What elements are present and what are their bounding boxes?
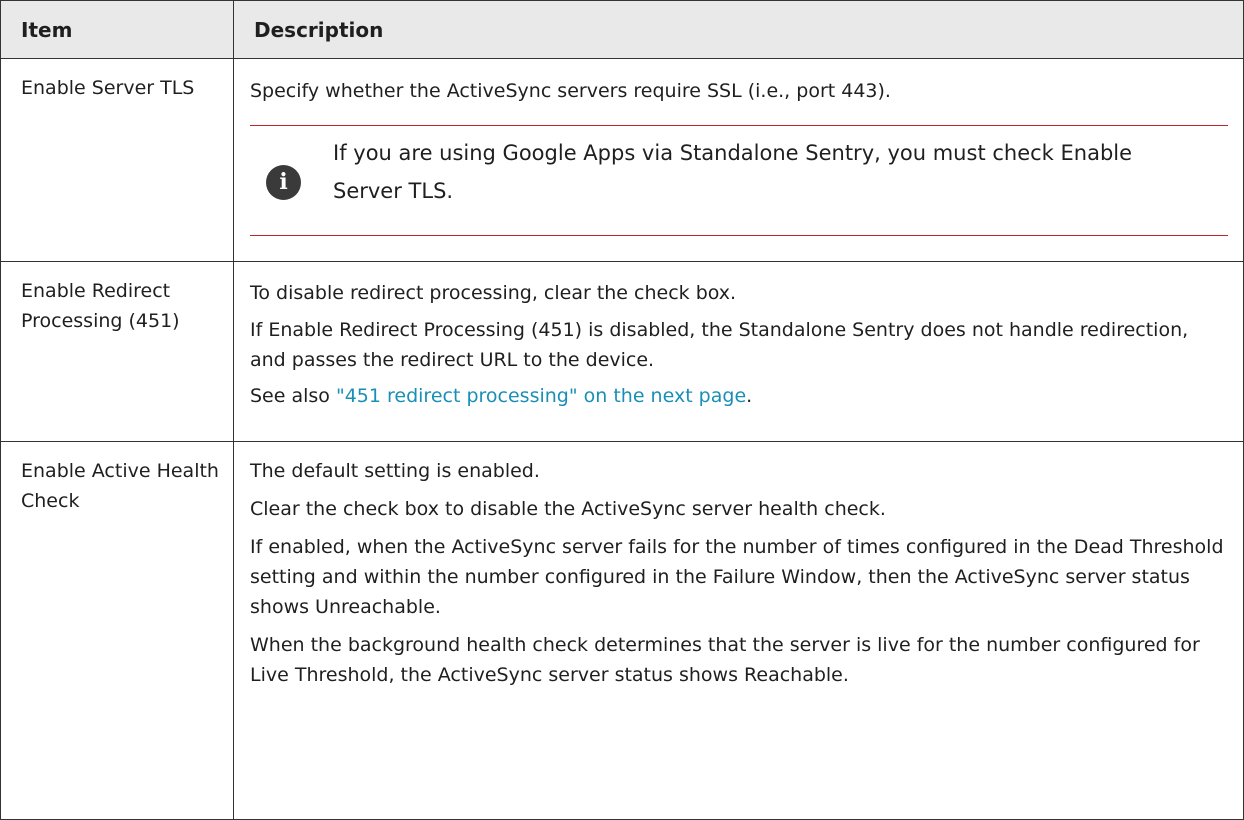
note-box: i If you are using Google Apps via Stand… bbox=[250, 125, 1228, 236]
see-also-prefix: See also bbox=[250, 385, 336, 407]
info-icon: i bbox=[266, 165, 301, 200]
description-text: Clear the check box to disable the Activ… bbox=[250, 498, 886, 520]
item-cell: Enable Server TLS bbox=[0, 58, 234, 262]
see-also-text: See also "451 redirect processing" on th… bbox=[250, 381, 1228, 411]
item-cell: Enable Redirect Processing (451) bbox=[0, 261, 234, 442]
column-header-item: Item bbox=[0, 0, 234, 59]
description-cell: To disable redirect processing, clear th… bbox=[233, 261, 1244, 442]
description-text: The default setting is enabled. bbox=[250, 460, 540, 482]
description-text: To disable redirect processing, clear th… bbox=[250, 282, 737, 304]
description-text: When the background health check determi… bbox=[250, 634, 1200, 686]
settings-table: Item Description Enable Server TLS Speci… bbox=[0, 0, 1244, 820]
see-also-suffix: . bbox=[746, 385, 753, 407]
description-cell: The default setting is enabled. Clear th… bbox=[233, 441, 1244, 820]
description-text: If Enable Redirect Processing (451) is d… bbox=[250, 319, 1189, 371]
see-also-link[interactable]: "451 redirect processing" on the next pa… bbox=[336, 385, 746, 407]
table-row: Enable Server TLS Specify whether the Ac… bbox=[0, 58, 1244, 262]
column-header-description: Description bbox=[233, 0, 1244, 59]
item-cell: Enable Active Health Check bbox=[0, 441, 234, 820]
table-row: Enable Active Health Check The default s… bbox=[0, 441, 1244, 820]
table-header-row: Item Description bbox=[0, 0, 1244, 59]
table-row: Enable Redirect Processing (451) To disa… bbox=[0, 261, 1244, 442]
description-cell: Specify whether the ActiveSync servers r… bbox=[233, 58, 1244, 262]
description-text: Specify whether the ActiveSync servers r… bbox=[250, 80, 891, 102]
note-text: If you are using Google Apps via Standal… bbox=[333, 141, 1133, 203]
description-text: If enabled, when the ActiveSync server f… bbox=[250, 536, 1224, 618]
